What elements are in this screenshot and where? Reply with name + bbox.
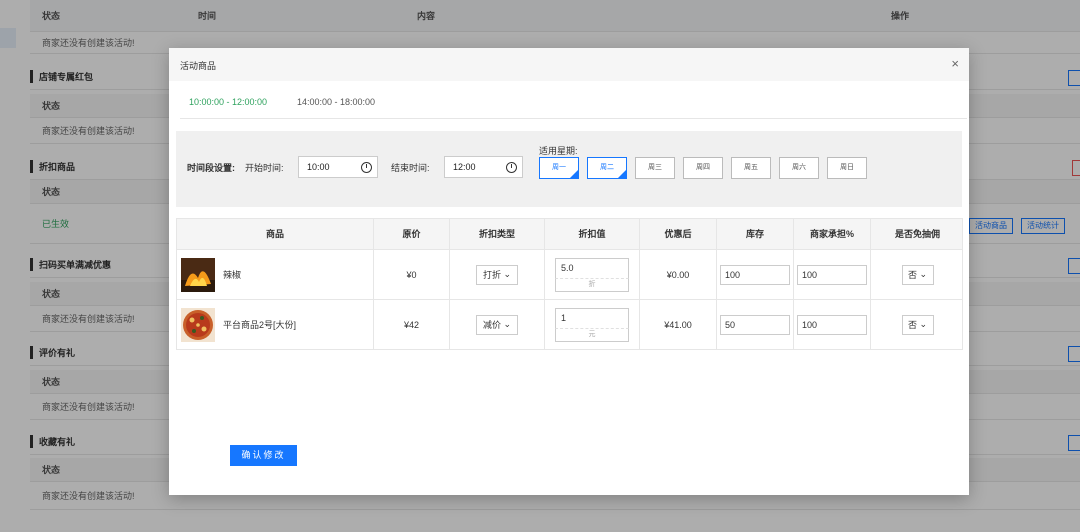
discount-value-field[interactable]: 5.0 折 bbox=[555, 257, 629, 292]
discount-type-cell: 打折 ⌄ bbox=[449, 250, 544, 299]
merchant-share-input[interactable]: 100 bbox=[797, 314, 867, 335]
weekday-fri[interactable]: 周五 bbox=[731, 157, 771, 179]
col-price: 原价 bbox=[373, 219, 449, 250]
commission-free-select[interactable]: 否 ⌄ bbox=[901, 314, 934, 335]
col-commission-free: 是否免抽佣 bbox=[870, 219, 964, 250]
clock-icon[interactable] bbox=[506, 162, 517, 173]
start-time-value: 10:00 bbox=[307, 162, 330, 172]
end-time-label: 结束时间: bbox=[391, 163, 430, 173]
price-cell: ¥42 bbox=[373, 300, 449, 349]
stock-cell: 50 bbox=[716, 300, 793, 349]
table-row: 平台商品2号[大份] ¥42 减价 ⌄ 1 元 ¥41.00 50 100 否 … bbox=[176, 300, 963, 350]
discount-type-select[interactable]: 减价 ⌄ bbox=[476, 314, 518, 335]
after-price-cell: ¥41.00 bbox=[639, 300, 716, 349]
commission-free-value: 否 bbox=[907, 320, 917, 330]
goods-cell: 平台商品2号[大份] bbox=[177, 300, 373, 349]
start-time-input[interactable]: 10:00 bbox=[298, 156, 378, 178]
col-discount-type: 折扣类型 bbox=[449, 219, 544, 250]
weekday-sat[interactable]: 周六 bbox=[779, 157, 819, 179]
time-slot-tabs: 10:00:00 - 12:00:00 14:00:00 - 18:00:00 bbox=[180, 81, 967, 119]
discount-value-input[interactable]: 5.0 bbox=[555, 257, 629, 278]
col-after: 优惠后 bbox=[639, 219, 716, 250]
merchant-share-cell: 100 bbox=[793, 300, 870, 349]
table-header: 商品 原价 折扣类型 折扣值 优惠后 库存 商家承担% 是否免抽佣 bbox=[176, 218, 963, 250]
after-price-cell: ¥0.00 bbox=[639, 250, 716, 299]
time-settings-panel: 时间段设置: 开始时间: 10:00 结束时间: 12:00 适用星期: 周一 … bbox=[176, 131, 962, 207]
merchant-share-cell: 100 bbox=[793, 250, 870, 299]
table-row: 辣椒 ¥0 打折 ⌄ 5.0 折 ¥0.00 100 100 否 ⌄ bbox=[176, 250, 963, 300]
goods-name: 平台商品2号[大份] bbox=[223, 320, 297, 330]
start-time-label: 开始时间: bbox=[245, 163, 284, 173]
discount-type-value: 减价 bbox=[482, 320, 501, 330]
stock-cell: 100 bbox=[716, 250, 793, 299]
stock-input[interactable]: 50 bbox=[720, 314, 790, 335]
goods-name: 辣椒 bbox=[223, 270, 242, 280]
col-merchant-share: 商家承担% bbox=[793, 219, 870, 250]
discount-type-cell: 减价 ⌄ bbox=[449, 300, 544, 349]
discount-value-field[interactable]: 1 元 bbox=[555, 307, 629, 342]
confirm-button[interactable]: 确认修改 bbox=[230, 445, 297, 466]
weekday-wed[interactable]: 周三 bbox=[635, 157, 675, 179]
discount-type-select[interactable]: 打折 ⌄ bbox=[476, 264, 518, 285]
commission-free-value: 否 bbox=[907, 270, 917, 280]
weekday-mon[interactable]: 周一 bbox=[539, 157, 579, 179]
tab-time-slot-1[interactable]: 10:00:00 - 12:00:00 bbox=[189, 97, 267, 107]
tab-time-slot-2[interactable]: 14:00:00 - 18:00:00 bbox=[297, 97, 375, 107]
discount-type-value: 打折 bbox=[482, 270, 501, 280]
close-icon[interactable]: × bbox=[951, 56, 959, 71]
commission-free-select[interactable]: 否 ⌄ bbox=[901, 264, 934, 285]
clock-icon[interactable] bbox=[361, 162, 372, 173]
commission-free-cell: 否 ⌄ bbox=[870, 300, 964, 349]
chevron-down-icon: ⌄ bbox=[500, 269, 512, 279]
weekday-label: 适用星期: bbox=[539, 146, 578, 156]
weekday-tue[interactable]: 周二 bbox=[587, 157, 627, 179]
dialog-title: 活动商品 bbox=[180, 61, 217, 71]
dialog-header: 活动商品 × bbox=[169, 48, 969, 81]
pizza-thumbnail bbox=[181, 307, 215, 342]
discount-unit: 元 bbox=[555, 327, 629, 342]
discount-unit: 折 bbox=[555, 277, 629, 292]
col-discount-value: 折扣值 bbox=[544, 219, 639, 250]
activity-goods-dialog: 活动商品 × 10:00:00 - 12:00:00 14:00:00 - 18… bbox=[169, 48, 969, 495]
chevron-down-icon: ⌄ bbox=[500, 319, 512, 329]
time-setting-label: 时间段设置: bbox=[187, 163, 235, 173]
chili-thumbnail bbox=[181, 257, 215, 292]
merchant-share-input[interactable]: 100 bbox=[797, 264, 867, 285]
end-time-input[interactable]: 12:00 bbox=[444, 156, 523, 178]
commission-free-cell: 否 ⌄ bbox=[870, 250, 964, 299]
discount-value-cell: 1 元 bbox=[544, 300, 639, 349]
stock-input[interactable]: 100 bbox=[720, 264, 790, 285]
col-stock: 库存 bbox=[716, 219, 793, 250]
chevron-down-icon: ⌄ bbox=[916, 269, 928, 279]
goods-cell: 辣椒 bbox=[177, 250, 373, 299]
discount-value-input[interactable]: 1 bbox=[555, 307, 629, 328]
chevron-down-icon: ⌄ bbox=[916, 319, 928, 329]
weekday-sun[interactable]: 周日 bbox=[827, 157, 867, 179]
col-goods: 商品 bbox=[265, 229, 284, 239]
price-cell: ¥0 bbox=[373, 250, 449, 299]
weekday-thu[interactable]: 周四 bbox=[683, 157, 723, 179]
end-time-value: 12:00 bbox=[453, 162, 476, 172]
discount-value-cell: 5.0 折 bbox=[544, 250, 639, 299]
